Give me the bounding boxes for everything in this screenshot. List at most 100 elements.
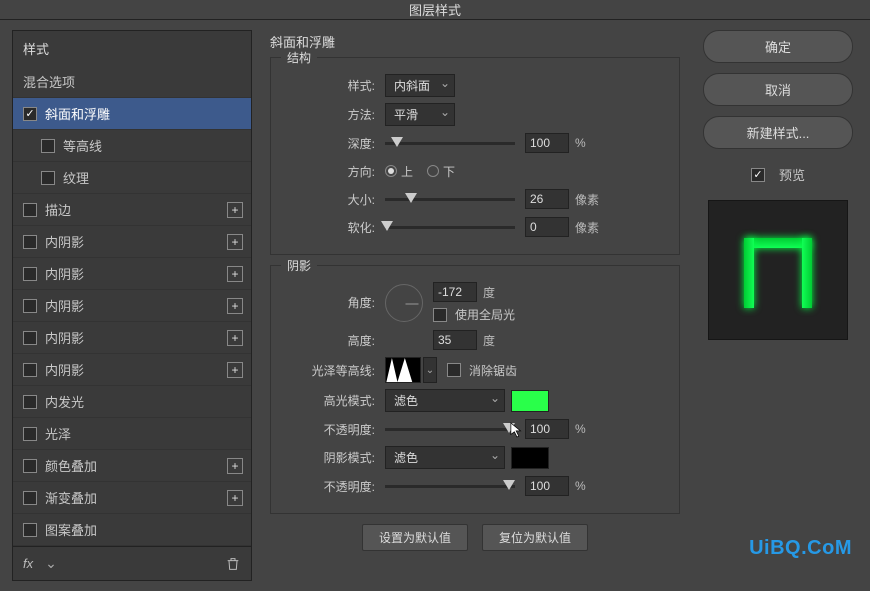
new-style-button[interactable]: 新建样式... (703, 116, 853, 149)
preview-box (708, 200, 848, 340)
highlight-color-swatch[interactable] (511, 390, 549, 412)
structure-fieldset: 结构 样式: 内斜面 方法: 平滑 深度: % 方向: (270, 57, 680, 255)
shadow-opacity-unit: % (575, 479, 586, 493)
style-item[interactable]: 内发光 (13, 386, 251, 418)
style-item-checkbox[interactable] (23, 363, 37, 377)
shadow-opacity-slider[interactable] (385, 485, 515, 488)
style-item-label: 斜面和浮雕 (45, 104, 110, 123)
shadow-opacity-input[interactable] (525, 476, 569, 496)
shadow-mode-select[interactable]: 滤色 (385, 446, 505, 469)
shadow-color-swatch[interactable] (511, 447, 549, 469)
antialias-checkbox[interactable] (447, 363, 461, 377)
watermark: UiBQ.CoM (749, 537, 852, 560)
style-item[interactable]: 内阴影+ (13, 226, 251, 258)
panel-title: 斜面和浮雕 (270, 32, 680, 51)
soften-input[interactable] (525, 217, 569, 237)
depth-input[interactable] (525, 133, 569, 153)
altitude-label: 高度: (285, 332, 375, 349)
highlight-opacity-label: 不透明度: (285, 421, 375, 438)
actions-panel: 确定 取消 新建样式... 预览 (698, 30, 858, 581)
soften-unit: 像素 (575, 219, 599, 236)
add-effect-icon[interactable]: + (227, 490, 243, 506)
style-item[interactable]: 斜面和浮雕 (13, 98, 251, 130)
cancel-button[interactable]: 取消 (703, 73, 853, 106)
depth-slider[interactable] (385, 142, 515, 145)
style-item-checkbox[interactable] (23, 491, 37, 505)
style-item[interactable]: 内阴影 + (13, 290, 251, 322)
style-item-checkbox[interactable] (41, 171, 55, 185)
style-item-label: 描边 (45, 200, 71, 219)
add-effect-icon[interactable]: + (227, 458, 243, 474)
style-item[interactable]: 纹理 (13, 162, 251, 194)
make-default-button[interactable]: 设置为默认值 (362, 524, 468, 551)
style-item-label: 内阴影 (45, 296, 84, 315)
style-item[interactable]: 等高线 (13, 130, 251, 162)
styles-footer: fx⌄ (13, 546, 251, 580)
style-item-checkbox[interactable] (23, 331, 37, 345)
highlight-opacity-slider[interactable] (385, 428, 515, 431)
style-item-label: 光泽 (45, 424, 71, 443)
angle-label: 角度: (285, 294, 375, 311)
style-item-checkbox[interactable] (23, 395, 37, 409)
add-effect-icon[interactable]: + (227, 330, 243, 346)
soften-slider[interactable] (385, 226, 515, 229)
style-item-label: 内阴影 (45, 328, 84, 347)
style-item-label: 内发光 (45, 392, 84, 411)
gloss-contour-dropdown[interactable]: ⌄ (423, 357, 437, 383)
technique-select[interactable]: 平滑 (385, 103, 455, 126)
global-light-checkbox[interactable] (433, 308, 447, 322)
style-item[interactable]: 内阴影 + (13, 258, 251, 290)
style-select[interactable]: 内斜面 (385, 74, 455, 97)
style-item[interactable]: 描边 + (13, 194, 251, 226)
ok-button[interactable]: 确定 (703, 30, 853, 63)
add-effect-icon[interactable]: + (227, 266, 243, 282)
direction-up-radio[interactable] (385, 165, 397, 177)
style-item-label: 等高线 (63, 136, 102, 155)
style-item[interactable]: 内阴影 + (13, 322, 251, 354)
angle-control[interactable] (385, 284, 423, 322)
direction-down-radio[interactable] (427, 165, 439, 177)
shading-fieldset: 阴影 角度: 度 使用全局光 (270, 265, 680, 514)
styles-header: 样式 (13, 31, 251, 66)
blend-options-item[interactable]: 混合选项 (13, 66, 251, 98)
add-effect-icon[interactable]: + (227, 362, 243, 378)
style-item-checkbox[interactable] (23, 427, 37, 441)
style-item-checkbox[interactable] (23, 235, 37, 249)
highlight-mode-select[interactable]: 滤色 (385, 389, 505, 412)
style-item[interactable]: 内阴影 + (13, 354, 251, 386)
global-light-label: 使用全局光 (455, 306, 515, 323)
style-item-checkbox[interactable] (23, 459, 37, 473)
gloss-contour-swatch[interactable] (385, 357, 421, 383)
preview-shape (738, 230, 818, 310)
styles-panel: 样式 混合选项 斜面和浮雕等高线纹理描边+内阴影+内阴影+内阴影+内阴影+内阴影… (12, 30, 252, 581)
style-item-checkbox[interactable] (23, 267, 37, 281)
style-item-checkbox[interactable] (23, 107, 37, 121)
size-slider[interactable] (385, 198, 515, 201)
add-effect-icon[interactable]: + (227, 202, 243, 218)
style-item-label: 内阴影 (45, 264, 84, 283)
size-input[interactable] (525, 189, 569, 209)
antialias-label: 消除锯齿 (469, 362, 517, 379)
size-label: 大小: (285, 191, 375, 208)
reset-default-button[interactable]: 复位为默认值 (482, 524, 588, 551)
style-item[interactable]: 光泽 (13, 418, 251, 450)
structure-legend: 结构 (281, 49, 317, 66)
style-item-checkbox[interactable] (23, 523, 37, 537)
trash-icon[interactable] (225, 556, 241, 572)
add-effect-icon[interactable]: + (227, 298, 243, 314)
style-item-checkbox[interactable] (41, 139, 55, 153)
highlight-opacity-input[interactable] (525, 419, 569, 439)
style-item[interactable]: 颜色叠加+ (13, 450, 251, 482)
style-item[interactable]: 渐变叠加+ (13, 482, 251, 514)
style-item[interactable]: 图案叠加 (13, 514, 251, 546)
fx-menu[interactable]: fx (23, 556, 33, 571)
style-item-checkbox[interactable] (23, 203, 37, 217)
add-effect-icon[interactable]: + (227, 234, 243, 250)
altitude-input[interactable] (433, 330, 477, 350)
depth-label: 深度: (285, 135, 375, 152)
style-item-label: 内阴影 (45, 360, 84, 379)
preview-checkbox[interactable] (751, 168, 765, 182)
shadow-opacity-label: 不透明度: (285, 478, 375, 495)
style-item-checkbox[interactable] (23, 299, 37, 313)
angle-input[interactable] (433, 282, 477, 302)
